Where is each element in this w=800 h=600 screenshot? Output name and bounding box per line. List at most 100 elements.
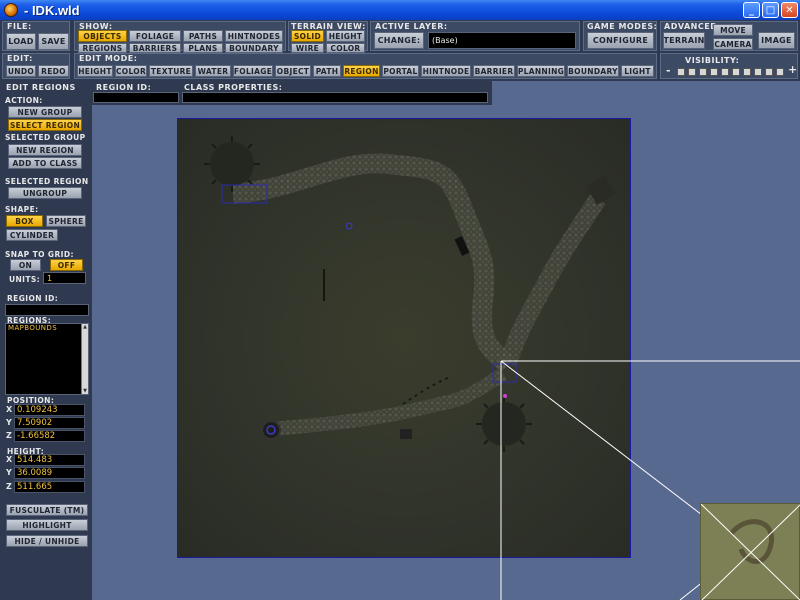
file-group: File: Load Save xyxy=(2,21,70,51)
terrain-view-group: Terrain View: Solid Height Wire Color xyxy=(288,21,368,53)
regions-list[interactable]: MapBounds ▲ ▼ xyxy=(5,323,89,395)
mode-path-button[interactable]: Path xyxy=(313,65,341,77)
mode-water-button[interactable]: Water xyxy=(195,65,231,77)
new-region-button[interactable]: New Region xyxy=(8,144,82,156)
mode-planning-button[interactable]: Planning xyxy=(517,65,565,77)
ungroup-button[interactable]: Ungroup xyxy=(8,187,82,199)
close-button[interactable]: ✕ xyxy=(781,2,798,18)
visibility-label: Visibility: xyxy=(685,56,740,65)
region-id-input[interactable] xyxy=(5,304,89,316)
scroll-down-icon[interactable]: ▼ xyxy=(82,388,88,394)
advanced-terrain-button[interactable]: Terrain xyxy=(663,32,705,49)
advanced-move-button[interactable]: Move xyxy=(713,24,753,36)
game-modes-group: Game Modes: Configure xyxy=(583,21,657,51)
height-x-value[interactable]: 514.483 xyxy=(14,454,85,466)
edit-label: Edit: xyxy=(7,54,33,63)
select-region-button[interactable]: Select Region xyxy=(8,119,82,131)
minimap[interactable] xyxy=(700,503,800,600)
show-paths-toggle[interactable]: Paths xyxy=(183,30,223,42)
load-button[interactable]: Load xyxy=(6,33,36,50)
shape-box-button[interactable]: Box xyxy=(6,215,43,227)
visibility-step[interactable] xyxy=(677,68,685,76)
regions-scrollbar[interactable]: ▲ ▼ xyxy=(81,324,88,394)
mode-portal-button[interactable]: Portal xyxy=(382,65,419,77)
advanced-image-button[interactable]: Image xyxy=(758,32,795,49)
mode-texture-button[interactable]: Texture xyxy=(149,65,193,77)
terrain-color-button[interactable]: Color xyxy=(326,43,365,53)
show-regions-toggle[interactable]: Regions xyxy=(78,43,127,53)
advanced-group: Advanced Terrain Move Camera Image xyxy=(660,21,798,51)
height-z-value[interactable]: 511.665 xyxy=(14,481,85,493)
list-item[interactable]: MapBounds xyxy=(6,324,88,332)
new-group-button[interactable]: New Group xyxy=(8,106,82,118)
visibility-plus-button[interactable]: + xyxy=(788,63,797,76)
window-controls: _ □ ✕ xyxy=(743,2,798,18)
shape-cylinder-button[interactable]: Cylinder xyxy=(6,229,58,241)
add-to-class-button[interactable]: Add To Class xyxy=(8,157,82,169)
visibility-step[interactable] xyxy=(743,68,751,76)
visibility-minus-button[interactable]: - xyxy=(666,64,671,77)
position-x-value[interactable]: 0.109243 xyxy=(14,404,85,416)
visibility-step[interactable] xyxy=(699,68,707,76)
fusculate-button[interactable]: Fusculate (TM) xyxy=(6,504,88,516)
active-layer-field[interactable]: (Base) xyxy=(428,32,576,49)
save-button[interactable]: Save xyxy=(38,33,69,50)
height-z-label: Z xyxy=(6,482,12,491)
terrain-wire-button[interactable]: Wire xyxy=(291,43,324,53)
show-plans-toggle[interactable]: Plans xyxy=(183,43,223,53)
mode-height-button[interactable]: Height xyxy=(77,65,113,77)
minimize-button[interactable]: _ xyxy=(743,2,760,18)
position-x-label: X xyxy=(6,405,13,414)
show-boundary-toggle[interactable]: Boundary xyxy=(225,43,283,53)
highlight-button[interactable]: Highlight xyxy=(6,519,88,531)
class-properties-field[interactable] xyxy=(182,92,488,103)
show-barriers-toggle[interactable]: Barriers xyxy=(129,43,181,53)
undo-button[interactable]: Undo xyxy=(6,65,36,77)
class-properties-label: Class Properties: xyxy=(184,83,283,92)
mode-foliage-button[interactable]: Foliage xyxy=(233,65,273,77)
units-input[interactable]: 1 xyxy=(43,272,86,284)
mode-barrier-button[interactable]: Barrier xyxy=(473,65,515,77)
visibility-step[interactable] xyxy=(721,68,729,76)
visibility-step[interactable] xyxy=(732,68,740,76)
redo-button[interactable]: Redo xyxy=(38,65,69,77)
mode-hintnode-button[interactable]: HintNode xyxy=(421,65,471,77)
edit-regions-bar: Edit Regions Region ID: Class Properties… xyxy=(0,81,492,105)
mode-color-button[interactable]: Color xyxy=(115,65,147,77)
position-y-label: Y xyxy=(6,418,12,427)
visibility-step[interactable] xyxy=(765,68,773,76)
visibility-step[interactable] xyxy=(710,68,718,76)
file-label: File: xyxy=(7,22,32,31)
mode-object-button[interactable]: Object xyxy=(275,65,311,77)
mode-boundary-button[interactable]: Boundary xyxy=(567,65,619,77)
position-z-value[interactable]: -1.66582 xyxy=(14,430,85,442)
app-icon xyxy=(4,3,18,17)
terrain-solid-button[interactable]: Solid xyxy=(291,30,324,42)
position-y-value[interactable]: 7.50902 xyxy=(14,417,85,429)
mode-light-button[interactable]: Light xyxy=(621,65,654,77)
shape-label: Shape: xyxy=(5,205,39,214)
map-viewport[interactable] xyxy=(92,105,800,600)
hide-unhide-button[interactable]: Hide / Unhide xyxy=(6,535,88,547)
configure-button[interactable]: Configure xyxy=(587,32,654,49)
visibility-step[interactable] xyxy=(688,68,696,76)
position-z-label: Z xyxy=(6,431,12,440)
advanced-camera-button[interactable]: Camera xyxy=(713,38,753,50)
visibility-step[interactable] xyxy=(754,68,762,76)
selected-group-label: Selected Group xyxy=(5,133,86,142)
height-y-value[interactable]: 36.0089 xyxy=(14,467,85,479)
visibility-step[interactable] xyxy=(776,68,784,76)
snap-off-button[interactable]: Off xyxy=(50,259,83,271)
shape-sphere-button[interactable]: Sphere xyxy=(46,215,86,227)
terrain-height-button[interactable]: Height xyxy=(326,30,365,42)
maximize-button[interactable]: □ xyxy=(762,2,779,18)
region-id-header-field[interactable] xyxy=(93,92,179,103)
mode-region-button[interactable]: Region xyxy=(343,65,380,77)
show-foliage-toggle[interactable]: Foliage xyxy=(129,30,181,42)
layer-change-button[interactable]: Change: xyxy=(374,32,424,49)
scroll-up-icon[interactable]: ▲ xyxy=(82,324,88,330)
edit-mode-label: Edit Mode: xyxy=(79,54,138,63)
show-hintnodes-toggle[interactable]: HintNodes xyxy=(225,30,283,42)
show-objects-toggle[interactable]: Objects xyxy=(78,30,127,42)
snap-on-button[interactable]: On xyxy=(10,259,41,271)
